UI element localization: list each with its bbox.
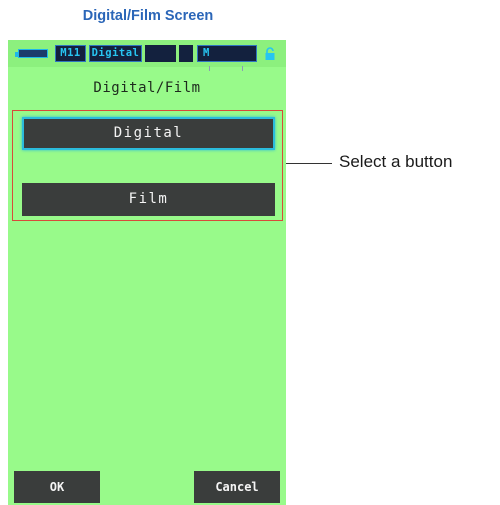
- lock-icon: [265, 47, 275, 60]
- status-bar: M11 Digital M: [8, 40, 286, 71]
- ok-button[interactable]: OK: [14, 471, 100, 503]
- cancel-button[interactable]: Cancel: [194, 471, 280, 503]
- meter-indicator: M: [197, 45, 257, 71]
- device-screen: M11 Digital M Digital/Film Digital Film …: [8, 40, 286, 505]
- mode-badge: M11: [55, 45, 86, 62]
- figure-title: Digital/Film Screen: [82, 8, 214, 24]
- callout-leader-line: [286, 163, 332, 164]
- status-slot-2: [179, 45, 193, 62]
- battery-icon: [18, 49, 48, 58]
- digital-button[interactable]: Digital: [22, 117, 275, 150]
- meter-marker: M: [203, 47, 210, 59]
- callout-text: Select a button: [339, 152, 453, 171]
- status-slot-1: [145, 45, 176, 62]
- manual-figure: Digital/Film Screen M11 Digital M Digita…: [0, 0, 500, 505]
- screen-title: Digital/Film: [93, 80, 201, 96]
- film-button[interactable]: Film: [22, 183, 275, 216]
- mode-label: Digital: [89, 45, 142, 62]
- meter-ticks: [209, 65, 243, 71]
